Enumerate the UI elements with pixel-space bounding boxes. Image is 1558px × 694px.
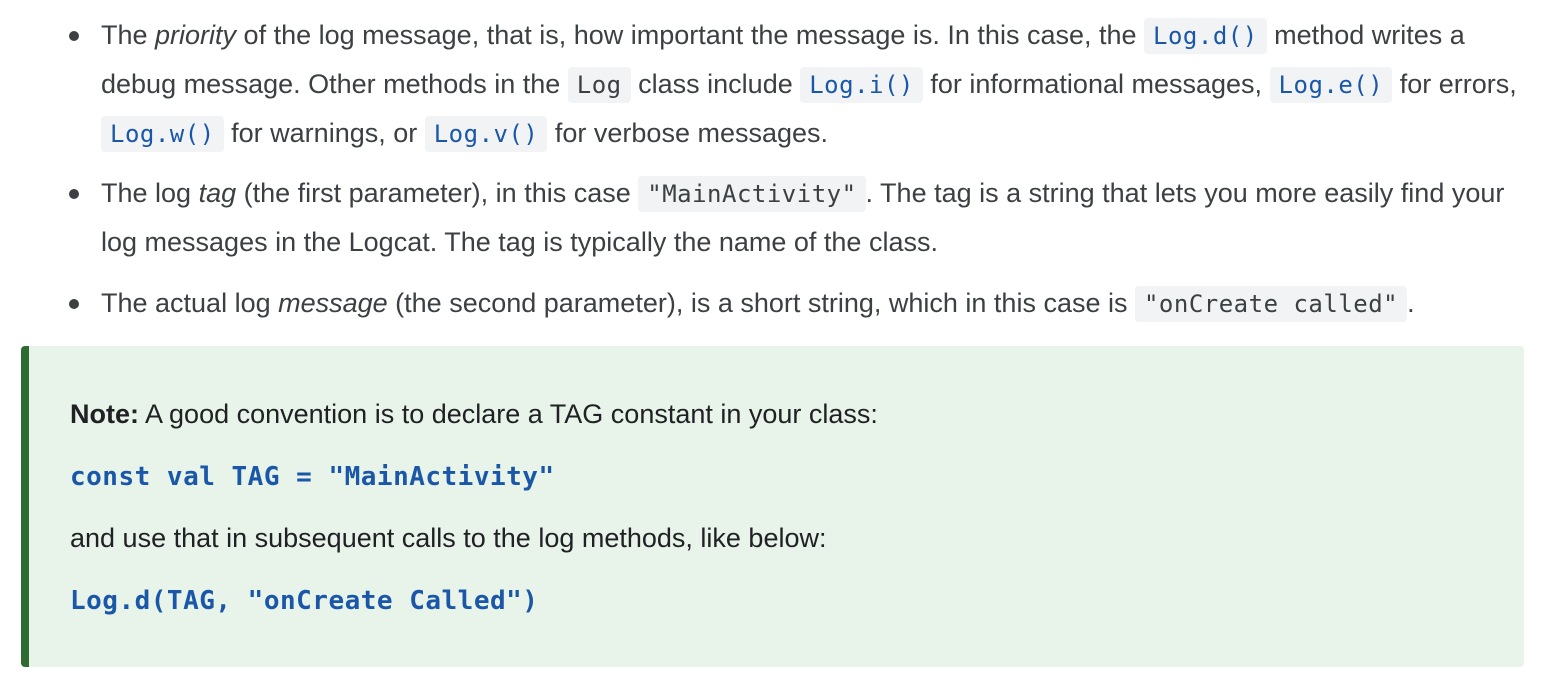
code-link-log-e[interactable]: Log.e() — [1269, 67, 1393, 103]
list-item: The actual log message (the second param… — [69, 279, 1521, 328]
code-log-class: Log — [567, 67, 631, 103]
list-item: The log tag (the first parameter), in th… — [69, 169, 1521, 266]
bullet-icon — [69, 299, 79, 309]
note-label: Note: — [70, 399, 139, 429]
emphasis: tag — [198, 178, 237, 208]
note-text: and use that in subsequent calls to the … — [70, 523, 827, 553]
text: for informational messages, — [922, 69, 1270, 99]
code-link-log-d[interactable]: Log.d() — [1144, 18, 1267, 54]
text: for verbose messages. — [547, 118, 829, 148]
code-link-log-w[interactable]: Log.w() — [101, 116, 224, 152]
text: The — [101, 20, 156, 50]
text: (the second parameter), is a short strin… — [387, 288, 1135, 318]
text: . — [1407, 288, 1415, 318]
text: for warnings, or — [223, 118, 425, 148]
text: The log — [101, 178, 199, 208]
code-snippet-log-call: Log.d(TAG, "onCreate Called") — [70, 586, 539, 616]
note-text: A good convention is to declare a TAG co… — [139, 399, 878, 429]
note-intro: Note: A good convention is to declare a … — [70, 394, 878, 434]
text: (the first parameter), in this case — [236, 178, 639, 208]
text: class include — [630, 69, 801, 99]
code-snippet-tag-constant: const val TAG = "MainActivity" — [70, 462, 555, 492]
text: of the log message, that is, how importa… — [236, 20, 1145, 50]
bullet-icon — [69, 31, 79, 41]
list-item: The priority of the log message, that is… — [69, 11, 1521, 158]
text: The actual log — [101, 288, 279, 318]
note-callout: Note: A good convention is to declare a … — [21, 346, 1524, 667]
emphasis: priority — [155, 20, 237, 50]
code-message-value: "onCreate called" — [1134, 286, 1408, 322]
text: for errors, — [1392, 69, 1517, 99]
bullet-icon — [69, 189, 79, 199]
code-link-log-v[interactable]: Log.v() — [424, 116, 548, 152]
code-tag-value: "MainActivity" — [638, 176, 866, 212]
code-link-log-i[interactable]: Log.i() — [800, 67, 923, 103]
emphasis: message — [278, 288, 388, 318]
